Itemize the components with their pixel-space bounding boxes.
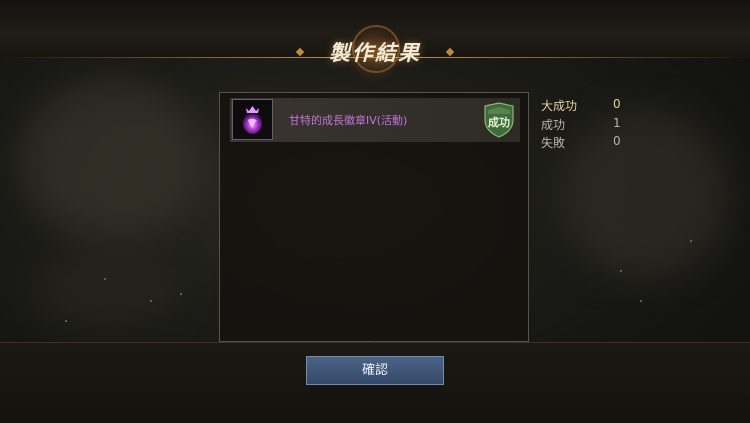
stat-value: 1 [613,116,621,130]
stat-value: 0 [613,134,621,148]
particle [150,300,152,302]
background-blur-left [20,80,200,240]
particle [65,320,67,322]
background-blur-bottom-left [30,250,180,330]
particle [104,278,106,280]
background-blur-right [560,110,730,280]
page-title: 製作結果 [329,41,421,65]
particle [620,270,622,272]
success-label: 成功 [488,116,510,129]
success-badge: 成功 [482,102,516,138]
item-name: 甘特的成長徽章IV(活動) [289,114,408,127]
stat-label: 失敗 [541,136,566,150]
particle [690,240,692,242]
result-row[interactable]: 甘特的成長徽章IV(活動) 成功 [230,98,520,142]
purple-lion-crest-icon [233,100,272,139]
confirm-button[interactable]: 確認 [306,356,444,385]
particle [180,293,182,295]
stat-label: 成功 [541,118,566,132]
results-panel: 甘特的成長徽章IV(活動) 成功 [219,92,529,342]
stat-label: 大成功 [541,99,578,113]
item-slot[interactable] [232,99,273,140]
particle [640,300,642,302]
stat-value: 0 [613,97,621,111]
